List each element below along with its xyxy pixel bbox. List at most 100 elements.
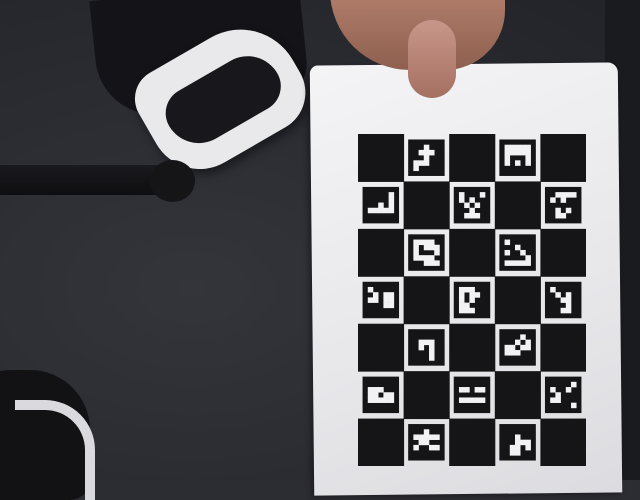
aruco-bit [413, 255, 419, 261]
aruco-bit [504, 350, 511, 356]
aruco-bit [565, 192, 572, 198]
board-black-square [540, 323, 586, 372]
board-black-square [494, 371, 541, 420]
aruco-bit [429, 350, 435, 356]
aruco-marker [544, 186, 582, 224]
aruco-bit [388, 202, 395, 209]
aruco-bit [458, 292, 465, 298]
aruco-bit [509, 149, 516, 156]
aruco-bit [413, 244, 419, 251]
aruco-bit [565, 292, 572, 298]
aruco-marker [408, 329, 445, 366]
aruco-bit [372, 387, 379, 393]
aruco-bit [469, 207, 475, 214]
aruco-bit [504, 160, 511, 166]
aruco-bit [555, 292, 561, 298]
aruco-marker [362, 281, 400, 319]
aruco-bit [504, 239, 511, 246]
aruco-bit [388, 292, 395, 298]
aruco-bit [383, 297, 389, 303]
aruco-bit [520, 439, 526, 446]
aruco-marker [362, 186, 400, 224]
aruco-bit [418, 239, 425, 246]
aruco-bit [474, 387, 481, 393]
aruco-bit [560, 197, 567, 203]
aruco-bit [372, 392, 379, 398]
aruco-marker [408, 424, 445, 461]
aruco-marker [362, 376, 400, 414]
aruco-bit [458, 297, 465, 303]
aruco-bit [474, 292, 481, 298]
board-black-square [449, 418, 496, 466]
aruco-bit [372, 297, 379, 303]
aruco-bit [525, 149, 531, 156]
board-black-square [449, 323, 496, 372]
aruco-bit [504, 260, 511, 266]
aruco-bit [413, 444, 419, 451]
aruco-bit [367, 392, 374, 398]
board-black-square [358, 134, 405, 182]
aruco-bit [571, 192, 577, 198]
aruco-bit [423, 149, 430, 156]
aruco-bit [555, 212, 561, 219]
thumb [408, 20, 456, 98]
aruco-bit [504, 144, 511, 151]
aruco-bit [469, 292, 475, 298]
aruco-bit [423, 239, 430, 246]
aruco-bit [514, 350, 521, 356]
aruco-bit [514, 160, 521, 166]
aruco-bit [413, 165, 419, 172]
aruco-bit [423, 255, 430, 261]
aruco-bit [418, 439, 425, 446]
aruco-bit [418, 255, 425, 261]
aruco-bit [418, 339, 425, 346]
board-black-square [358, 418, 405, 466]
aruco-bit [413, 160, 419, 166]
aruco-bit [383, 207, 389, 214]
board-black-square [449, 228, 496, 277]
aruco-bit [509, 350, 516, 356]
aruco-bit [560, 212, 567, 219]
aruco-bit [525, 344, 531, 351]
aruco-bit [560, 297, 567, 303]
aruco-marker [453, 281, 491, 319]
aruco-bit [429, 434, 435, 440]
aruco-bit [555, 392, 561, 398]
aruco-bit [388, 197, 395, 203]
aruco-bit [525, 260, 531, 266]
aruco-bit [525, 255, 531, 261]
aruco-bit [429, 344, 435, 351]
aruco-bit [464, 212, 470, 219]
aruco-bit [469, 212, 475, 219]
aruco-bit [372, 292, 379, 298]
aruco-bit [423, 144, 430, 151]
aruco-bit [413, 434, 419, 440]
aruco-bit [367, 207, 374, 214]
aruco-bit [464, 387, 470, 393]
aruco-bit [565, 297, 572, 303]
aruco-bit [514, 434, 521, 440]
aruco-bit [418, 344, 425, 351]
aruco-bit [469, 286, 475, 293]
aruco-bit [514, 244, 521, 251]
aruco-bit [469, 297, 475, 303]
aruco-bit [458, 192, 465, 198]
aruco-bit [550, 197, 556, 203]
board-black-square [494, 181, 541, 230]
aruco-bit [525, 444, 531, 451]
tripod-leg-end [150, 160, 195, 202]
aruco-bit [560, 192, 567, 198]
aruco-bit [571, 381, 577, 388]
aruco-bit [429, 355, 435, 361]
aruco-bit [458, 397, 465, 403]
board-black-square [403, 276, 450, 325]
aruco-bit [372, 397, 379, 403]
aruco-bit [458, 307, 465, 314]
aruco-bit [520, 344, 526, 351]
aruco-bit [571, 402, 577, 409]
aruco-bit [525, 439, 531, 446]
board-black-square [449, 134, 496, 182]
aruco-bit [383, 392, 389, 398]
aruco-bit [565, 387, 572, 393]
aruco-bit [550, 286, 556, 293]
